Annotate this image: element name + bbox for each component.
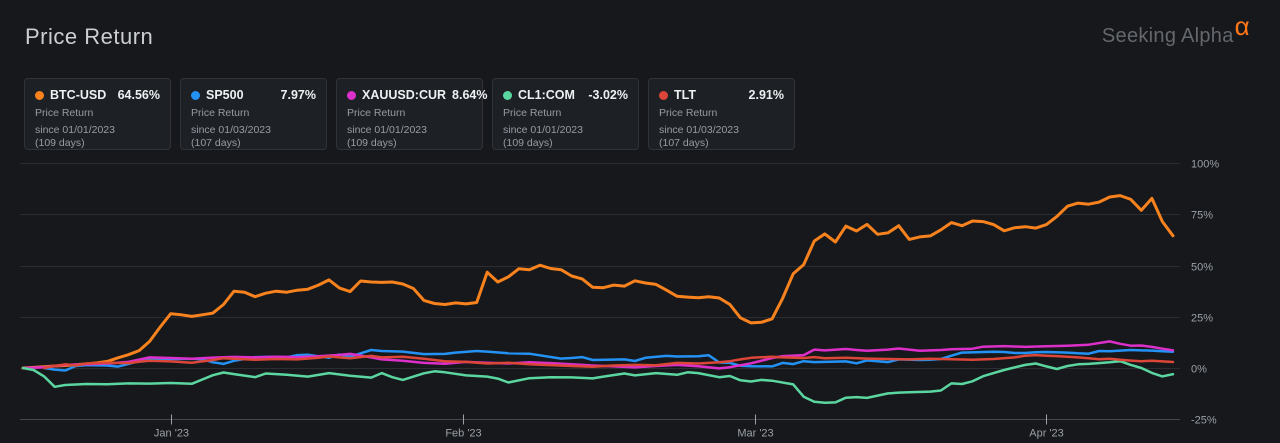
x-axis-label: Feb '23 bbox=[445, 428, 481, 440]
y-axis-label: 25% bbox=[1191, 313, 1213, 325]
return-value: -3.02% bbox=[588, 88, 628, 102]
alpha-icon: α bbox=[1234, 11, 1250, 41]
days-count: (109 days) bbox=[35, 137, 85, 149]
metric-label: Price Return bbox=[191, 107, 250, 119]
return-value: 7.97% bbox=[280, 88, 316, 102]
series-color-dot bbox=[191, 90, 200, 100]
ticker-label: SP500 bbox=[206, 88, 244, 102]
metric-label: Price Return bbox=[659, 107, 718, 119]
return-value: 8.64% bbox=[452, 88, 488, 102]
series-color-dot bbox=[503, 90, 512, 100]
y-axis-label: 75% bbox=[1191, 210, 1213, 222]
days-count: (109 days) bbox=[347, 137, 397, 149]
return-value: 64.56% bbox=[117, 88, 160, 102]
legend-card-sp500[interactable]: SP500 7.97% Price Return since 01/03/202… bbox=[180, 78, 327, 150]
y-axis-label: 100% bbox=[1191, 159, 1219, 171]
since-date: since 01/03/2023 bbox=[191, 124, 271, 136]
ticker-label: TLT bbox=[674, 88, 696, 102]
ticker-label: BTC-USD bbox=[50, 88, 107, 102]
since-date: since 01/01/2023 bbox=[35, 124, 115, 136]
price-return-chart[interactable]: 100% 75% 50% 25% 0% -25% Jan '23 Feb '23 Mar '23… bbox=[0, 150, 1280, 443]
y-axis-label: 0% bbox=[1191, 364, 1207, 376]
ticker-label: CL1:COM bbox=[518, 88, 575, 102]
page-title: Price Return bbox=[25, 24, 154, 49]
legend-card-tlt[interactable]: TLT 2.91% Price Return since 01/03/2023 … bbox=[648, 78, 795, 150]
metric-label: Price Return bbox=[503, 107, 562, 119]
x-axis-label: Apr '23 bbox=[1029, 428, 1064, 440]
seeking-alpha-logo[interactable]: Seeking Alphaα bbox=[1101, 11, 1250, 49]
series-line-btc-usd[interactable] bbox=[21, 194, 1175, 370]
series-color-dot bbox=[659, 90, 668, 100]
since-date: since 01/03/2023 bbox=[659, 124, 739, 136]
y-axis-label: -25% bbox=[1191, 415, 1217, 427]
x-axis-label: Jan '23 bbox=[154, 428, 189, 440]
days-count: (109 days) bbox=[503, 137, 553, 149]
x-axis-label: Mar '23 bbox=[737, 428, 773, 440]
legend-card-xauusd[interactable]: XAUUSD:CUR 8.64% Price Return since 01/0… bbox=[336, 78, 487, 150]
series-line-xauusd-cur[interactable] bbox=[21, 340, 1175, 370]
days-count: (107 days) bbox=[191, 137, 241, 149]
legend-card-btc-usd[interactable]: BTC-USD 64.56% Price Return since 01/01/… bbox=[24, 78, 171, 150]
days-count: (107 days) bbox=[659, 137, 709, 149]
return-value: 2.91% bbox=[748, 88, 784, 102]
metric-label: Price Return bbox=[347, 107, 406, 119]
ticker-label: XAUUSD:CUR bbox=[362, 88, 447, 102]
series-color-dot bbox=[35, 90, 44, 100]
since-date: since 01/01/2023 bbox=[347, 124, 427, 136]
y-axis-label: 50% bbox=[1191, 262, 1213, 274]
seeking-alpha-logo-text: Seeking Alpha bbox=[1101, 25, 1234, 47]
legend-card-cl1[interactable]: CL1:COM -3.02% Price Return since 01/01/… bbox=[492, 78, 639, 150]
series-color-dot bbox=[347, 90, 356, 100]
legend-cards-row: BTC-USD 64.56% Price Return since 01/01/… bbox=[24, 78, 795, 150]
metric-label: Price Return bbox=[35, 107, 94, 119]
since-date: since 01/01/2023 bbox=[503, 124, 583, 136]
